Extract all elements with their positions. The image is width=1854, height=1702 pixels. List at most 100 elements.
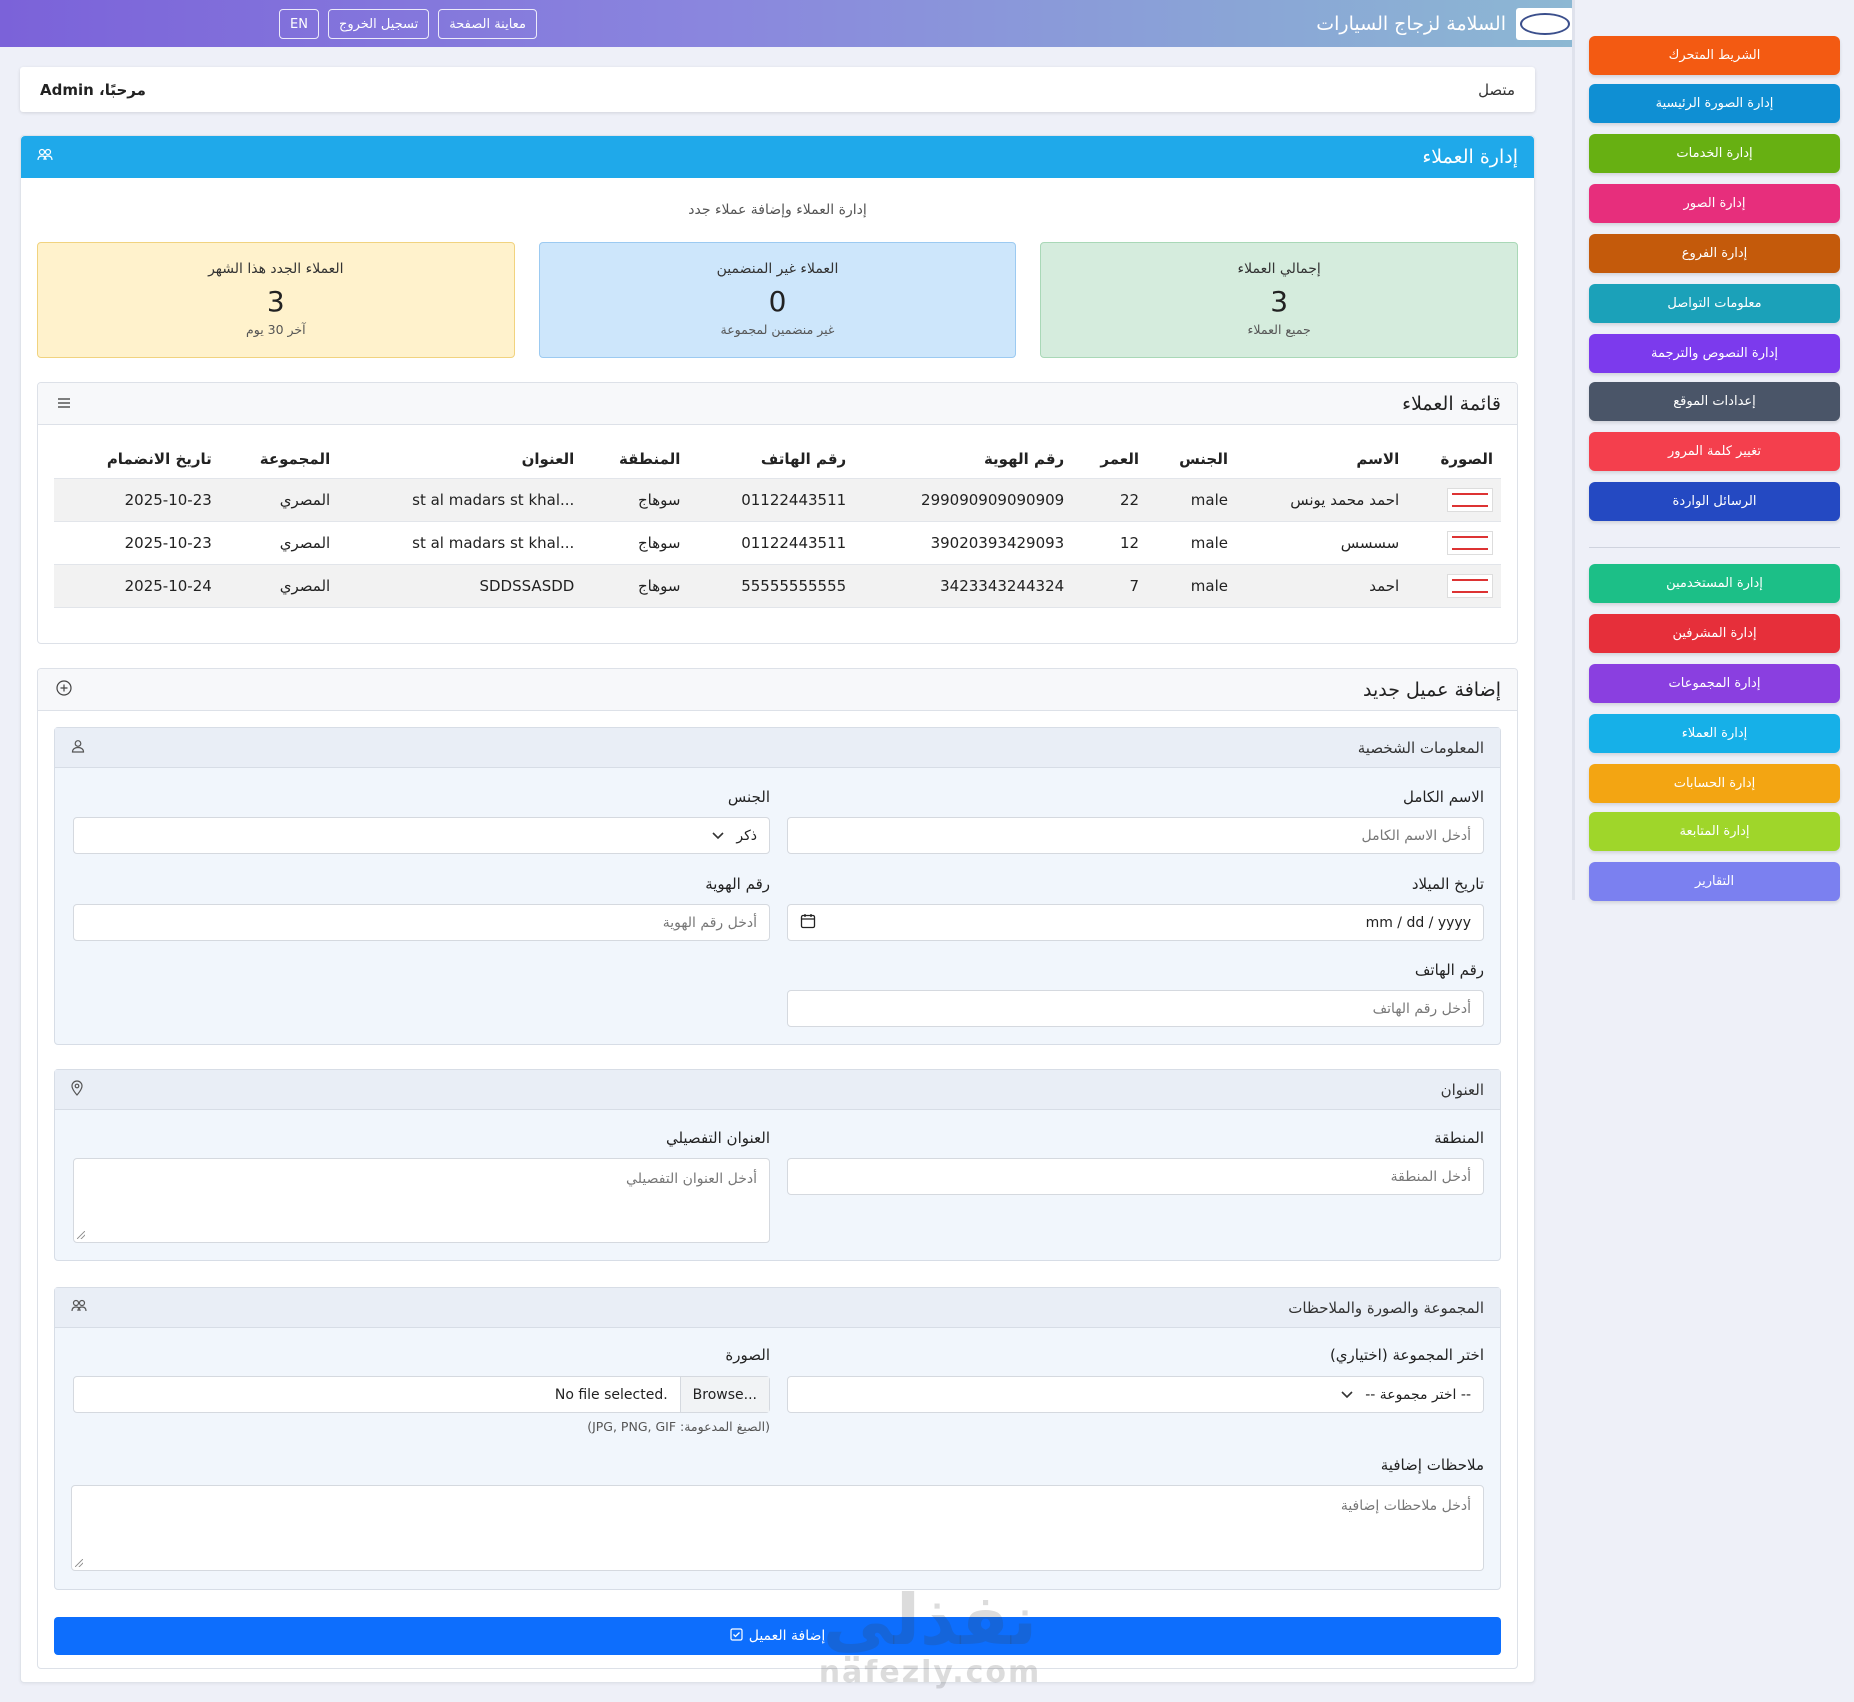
stat-sub: جميع العملاء	[1247, 322, 1311, 337]
language-toggle-button[interactable]: EN	[279, 9, 319, 39]
calendar-icon[interactable]	[800, 913, 816, 933]
cell-name: احمد	[1235, 564, 1408, 608]
group-image-notes-title: المجموعة والصورة والملاحظات	[1288, 1298, 1484, 1317]
id-number-input[interactable]: أدخل رقم الهوية	[73, 904, 770, 941]
cell-address: st al madars st khal...	[338, 478, 583, 522]
clients-list-title: قائمة العملاء	[1402, 392, 1501, 415]
column-header: رقم الهوية	[983, 450, 1065, 468]
logout-button[interactable]: تسجيل الخروج	[327, 9, 430, 39]
address-title: العنوان	[1440, 1080, 1484, 1099]
client-photo-cell	[1407, 478, 1501, 522]
file-status: No file selected.	[554, 1386, 668, 1403]
add-client-submit-button[interactable]: إضافة العميل	[54, 1617, 1501, 1655]
sidebar-item[interactable]: إدارة المستخدمين	[1589, 564, 1840, 603]
sidebar-item[interactable]: إعدادات الموقع	[1589, 382, 1840, 421]
sidebar-item[interactable]: إدارة العملاء	[1589, 714, 1840, 753]
cell-gender: male	[1147, 478, 1236, 522]
address-panel: العنوان المنطقة أدخل المنطقة العنوان الت…	[54, 1069, 1501, 1261]
column-header: تاريخ الانضمام	[106, 450, 212, 468]
sidebar-item[interactable]: إدارة الحسابات	[1589, 764, 1840, 803]
preview-page-button[interactable]: معاينة الصفحة	[438, 9, 537, 39]
resize-handle[interactable]	[77, 1231, 85, 1239]
client-photo-cell	[1407, 564, 1501, 608]
address-detail-placeholder: أدخل العنوان التفصيلي	[626, 1171, 757, 1187]
region-label: المنطقة	[1434, 1129, 1484, 1147]
clients-table: الصورة الاسم الجنس العمر رقم الهوية رقم الهات…	[54, 442, 1501, 608]
group-image-notes-panel: المجموعة والصورة والملاحظات اختر المجموع…	[54, 1287, 1501, 1590]
notes-textarea[interactable]: أدخل ملاحظات إضافية	[71, 1485, 1484, 1571]
birthdate-input[interactable]: mm / dd / yyyy	[787, 904, 1484, 941]
users-icon	[71, 1299, 87, 1317]
gender-value: ذكر	[736, 827, 757, 844]
sidebar-item[interactable]: الرسائل الواردة	[1589, 482, 1840, 521]
plus-circle-icon[interactable]	[54, 679, 74, 700]
cell-gender: male	[1147, 521, 1236, 565]
region-input[interactable]: أدخل المنطقة	[787, 1158, 1484, 1195]
sidebar-item[interactable]: إدارة الصور	[1589, 184, 1840, 223]
welcome-message: مرحبًا، Admin	[40, 80, 146, 99]
gender-select[interactable]: ذكر	[73, 817, 770, 854]
cell-age: 22	[1072, 478, 1148, 522]
sidebar-item[interactable]: إدارة النصوص والترجمة	[1589, 334, 1840, 373]
stat-total-clients: إجمالي العملاء 3 جميع العملاء	[1040, 242, 1518, 358]
list-icon[interactable]	[54, 394, 74, 413]
cell-group: المصري	[219, 564, 339, 608]
brand-logo	[1516, 8, 1574, 40]
sidebar-item[interactable]: معلومات التواصل	[1589, 284, 1840, 323]
stat-sub: آخر 30 يوم	[246, 322, 306, 337]
cell-address: st al madars st khal...	[338, 521, 583, 565]
image-file-input[interactable]: No file selected. Browse...	[73, 1376, 770, 1413]
resize-handle[interactable]	[75, 1559, 83, 1567]
address-detail-label: العنوان التفصيلي	[665, 1129, 770, 1147]
users-icon	[37, 148, 53, 166]
address-detail-textarea[interactable]: أدخل العنوان التفصيلي	[73, 1158, 770, 1243]
sidebar-separator	[1589, 547, 1840, 548]
sidebar-item[interactable]: تغيير كلمة المرور	[1589, 432, 1840, 471]
sidebar-item[interactable]: إدارة المشرفين	[1589, 614, 1840, 653]
sidebar-item[interactable]: إدارة المتابعة	[1589, 812, 1840, 851]
cell-group: المصري	[219, 478, 339, 522]
column-header: المنطقة	[618, 450, 681, 468]
sidebar-item[interactable]: إدارة المجموعات	[1589, 664, 1840, 703]
sidebar-item[interactable]: إدارة الخدمات	[1589, 134, 1840, 173]
personal-info-title: المعلومات الشخصية	[1357, 738, 1484, 757]
page-subtitle: إدارة العملاء وإضافة عملاء جدد	[688, 202, 867, 218]
id-number-label: رقم الهوية	[705, 875, 770, 893]
browse-button[interactable]: Browse...	[679, 1377, 769, 1412]
client-photo-cell	[1407, 521, 1501, 565]
birthdate-label: تاريخ الميلاد	[1411, 875, 1484, 893]
sidebar-item[interactable]: التقارير	[1589, 862, 1840, 901]
stat-label: إجمالي العملاء	[1237, 261, 1321, 277]
phone-input[interactable]: أدخل رقم الهاتف	[787, 990, 1484, 1027]
location-pin-icon	[71, 1079, 83, 1100]
group-select[interactable]: -- اختر مجموعة --	[787, 1376, 1484, 1413]
group-image-notes-header: المجموعة والصورة والملاحظات	[55, 1288, 1500, 1328]
sidebar-item[interactable]: الشريط المتحرك	[1589, 36, 1840, 75]
group-select-value: -- اختر مجموعة --	[1365, 1386, 1471, 1403]
add-client-title: إضافة عميل جديد	[1363, 678, 1501, 701]
column-header: المجموعة	[259, 450, 331, 468]
address-header: العنوان	[55, 1070, 1500, 1110]
gender-label: الجنس	[727, 788, 770, 806]
table-row[interactable]: احمد محمد يونس male 22 299090909090909 01122…	[54, 478, 1501, 522]
cell-joined: 2025-10-24	[54, 564, 220, 608]
stat-new-clients: العملاء الجدد هذا الشهر 3 آخر 30 يوم	[36, 242, 515, 358]
stat-ungrouped-clients: العملاء غير المنضمين 0 غير منضمين لمجموع…	[538, 242, 1017, 358]
stat-label: العملاء الجدد هذا الشهر	[208, 261, 344, 277]
client-photo-thumbnail	[1447, 531, 1493, 555]
sidebar-item[interactable]: إدارة الفروع	[1589, 234, 1840, 273]
table-row[interactable]: سسسس male 12 39020393429093 01122443511 سوهاج…	[54, 521, 1501, 565]
user-icon	[71, 739, 85, 757]
sidebar-item[interactable]: إدارة الصورة الرئيسية	[1589, 84, 1840, 123]
cell-region: سوهاج	[582, 564, 689, 608]
clients-list-header: قائمة العملاء	[38, 383, 1517, 425]
brand-title: السلامة لزجاج السيارات	[1316, 13, 1506, 35]
stat-value: 3	[1270, 285, 1289, 318]
top-navbar: EN تسجيل الخروج معاينة الصفحة السلامة لز…	[0, 0, 1574, 47]
chevron-down-icon	[1341, 1387, 1353, 1403]
cell-group: المصري	[219, 521, 339, 565]
table-row[interactable]: احمد male 7 3423343244324 55555555555 سوهاج SD…	[54, 564, 1501, 608]
check-square-icon	[730, 1627, 743, 1645]
brand[interactable]: السلامة لزجاج السيارات	[1316, 6, 1574, 42]
fullname-input[interactable]: أدخل الاسم الكامل	[787, 817, 1484, 854]
